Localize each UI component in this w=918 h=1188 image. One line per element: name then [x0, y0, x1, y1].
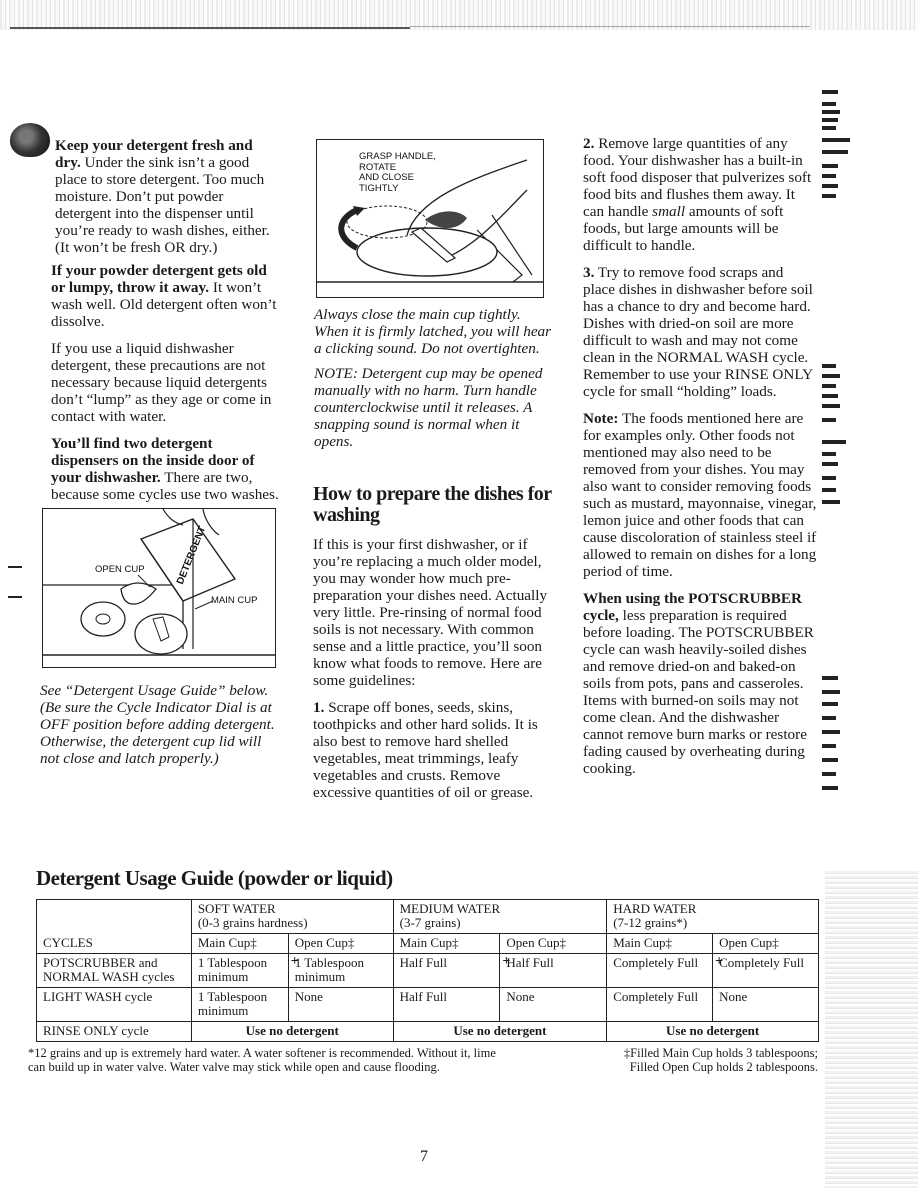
footnote-hard-water: *12 grains and up is extremely hard wate…: [28, 1046, 496, 1074]
main-cup-label: MAIN CUP: [211, 595, 258, 606]
note-caption: NOTE: Detergent cup may be opened manual…: [314, 365, 543, 450]
step-1: 1. Scrape off bones, seeds, skins, tooth…: [313, 699, 538, 801]
potscrubber-paragraph: When using the POTSCRUBBER cycle, less p…: [583, 590, 814, 777]
table-row: RINSE ONLY cycle Use no detergent Use no…: [36, 1021, 819, 1042]
paragraph-liquid: If you use a liquid dishwasher detergent…: [51, 340, 272, 425]
table-cell: Completely Full +: [606, 953, 723, 988]
left-column-intro: Keep your detergent fresh and dry. Under…: [55, 137, 280, 266]
top-rule-secondary: [410, 26, 810, 27]
merged-cell: Use no detergent: [392, 1021, 608, 1042]
intro-paragraph: If this is your first dishwasher, or if …: [313, 536, 548, 689]
tip-bullet-icon: [10, 123, 50, 157]
detergent-usage-table: CYCLES SOFT WATER (0-3 grains hardness) M…: [36, 899, 819, 1042]
water-type-header: SOFT WATER (0-3 grains hardness): [190, 899, 394, 934]
plus-icon: +: [290, 954, 299, 969]
cup-header: Main Cup‡: [606, 933, 714, 954]
dispenser-caption: See “Detergent Usage Guide” below. (Be s…: [40, 682, 275, 767]
top-rule: [10, 27, 410, 29]
table-cell: Half Full +: [392, 953, 510, 988]
table-cell: Completely Full: [712, 953, 819, 988]
cup-header: Open Cup‡: [712, 933, 819, 954]
close-cup-caption: Always close the main cup tightly. When …: [314, 306, 552, 357]
table-cell: 1 Tablespoon minimum: [287, 953, 394, 988]
water-type-header: HARD WATER (7-12 grains*): [606, 899, 819, 934]
table-cell: None: [499, 987, 608, 1022]
table-row: POTSCRUBBER and NORMAL WASH cycles 1 Tab…: [36, 953, 819, 988]
margin-mark: [8, 596, 22, 598]
scan-artifact-marks: [820, 80, 918, 1188]
plus-icon: +: [502, 954, 511, 969]
cup-header: Open Cup‡: [499, 933, 608, 954]
table-row: LIGHT WASH cycle 1 Tablespoon minimum No…: [36, 987, 819, 1022]
merged-cell: Use no detergent: [606, 1021, 819, 1042]
guide-title: Detergent Usage Guide (powder or liquid): [36, 866, 393, 890]
footnote-cup-capacity: ‡Filled Main Cup holds 3 tablespoons; Fi…: [623, 1046, 818, 1074]
grasp-handle-label: GRASP HANDLE, ROTATE AND CLOSE TIGHTLY: [359, 151, 436, 194]
water-type-header: MEDIUM WATER (3-7 grains): [392, 899, 608, 934]
cycle-name: POTSCRUBBER and NORMAL WASH cycles: [36, 953, 192, 988]
close-cup-illustration: GRASP HANDLE, ROTATE AND CLOSE TIGHTLY: [316, 139, 544, 298]
right-column: 2. Remove large quantities of any food. …: [583, 135, 818, 787]
dispenser-drawing: DETERGENT: [43, 508, 275, 656]
table-cell: 1 Tablespoon minimum +: [190, 953, 299, 988]
section-title: How to prepare the dishes for washing: [313, 483, 552, 526]
page-number: 7: [420, 1148, 428, 1165]
prepare-dishes-section: How to prepare the dishes for washing If…: [313, 484, 558, 811]
table-cell: Half Full: [499, 953, 608, 988]
margin-mark: [8, 566, 22, 568]
table-header-row: CYCLES SOFT WATER (0-3 grains hardness) M…: [36, 899, 819, 954]
table-cell: 1 Tablespoon minimum: [190, 987, 289, 1022]
cycles-header: CYCLES: [36, 899, 192, 954]
paragraph-fresh-dry: Keep your detergent fresh and dry. Under…: [55, 137, 270, 256]
step-2: 2. Remove large quantities of any food. …: [583, 135, 812, 254]
cycle-name: LIGHT WASH cycle: [36, 987, 192, 1022]
table-cell: None: [712, 987, 819, 1022]
open-cup-label: OPEN CUP: [95, 564, 145, 575]
cup-header: Main Cup‡: [190, 933, 289, 954]
dispenser-illustration: DETERGENT OPEN CUP MAIN CUP: [42, 508, 276, 668]
cup-header: Open Cup‡: [287, 933, 394, 954]
table-cell: None: [287, 987, 394, 1022]
cup-header: Main Cup‡: [392, 933, 501, 954]
left-column-body: If your powder detergent gets old or lum…: [51, 262, 281, 513]
table-cell: Half Full: [392, 987, 501, 1022]
paragraph-old-lumpy: If your powder detergent gets old or lum…: [51, 262, 277, 330]
note-paragraph: Note: The foods mentioned here are for e…: [583, 410, 817, 580]
paragraph-two-dispensers: You’ll find two detergent dispensers on …: [51, 435, 279, 503]
plus-icon: +: [715, 954, 724, 969]
cycle-name: RINSE ONLY cycle: [36, 1021, 192, 1042]
middle-captions: Always close the main cup tightly. When …: [314, 306, 554, 460]
step-3: 3. Try to remove food scraps and place d…: [583, 264, 813, 400]
table-cell: Completely Full: [606, 987, 714, 1022]
merged-cell: Use no detergent: [190, 1021, 394, 1042]
